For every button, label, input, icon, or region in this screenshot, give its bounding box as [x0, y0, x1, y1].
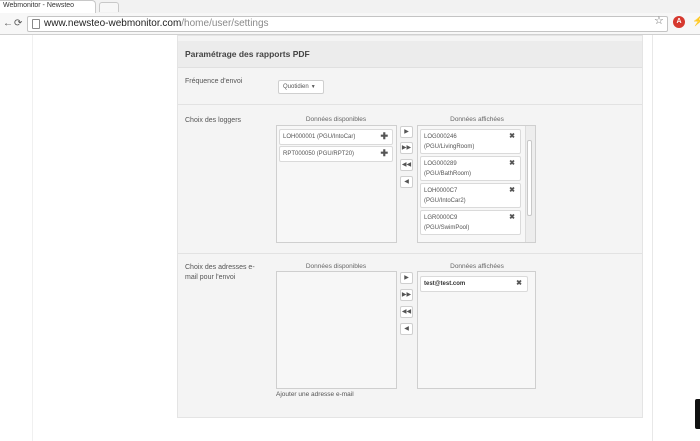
- scrollbar[interactable]: [525, 126, 535, 242]
- logger-place: (PGU/IntoCar2): [424, 198, 466, 204]
- email-address: test@test.com: [424, 281, 466, 287]
- puzzle-icon[interactable]: ⚡: [692, 16, 700, 28]
- tab-bar: Webmonitor - Newsteo: [0, 0, 700, 13]
- url-path: /home/user/settings: [181, 18, 269, 29]
- logger-place: (PGU/SwimPool): [424, 225, 470, 231]
- move-left-button[interactable]: ◀: [400, 176, 413, 188]
- move-right-button[interactable]: ▶: [400, 272, 413, 284]
- emails-available-header: Données disponibles: [305, 263, 367, 270]
- loggers-displayed-header: Données affichées: [450, 116, 504, 123]
- address-bar: ← ⟳ www.newsteo-webmonitor.com/home/user…: [0, 13, 700, 35]
- list-item[interactable]: LOH0000C7 (PGU/IntoCar2) ✖: [420, 183, 521, 208]
- loggers-displayed-list[interactable]: LOG000246 (PGU/LivingRoom) ✖ LOG000289 (…: [417, 125, 536, 243]
- list-item[interactable]: test@test.com ✖: [420, 276, 528, 292]
- logger-id: LOG000289: [424, 161, 457, 167]
- remove-icon[interactable]: ✖: [509, 213, 515, 223]
- pdf-report-settings-panel: Paramétrage des rapports PDF Fréquence d…: [177, 35, 643, 418]
- list-item[interactable]: LOH000001 (PGU/IntoCar) ✚: [279, 129, 393, 145]
- extension-icon[interactable]: A: [673, 16, 685, 28]
- move-all-right-button[interactable]: ▶▶: [400, 289, 413, 301]
- logger-id: LOG000246: [424, 134, 457, 140]
- remove-icon[interactable]: ✖: [509, 132, 515, 142]
- scroll-widget[interactable]: [695, 399, 700, 429]
- page-content: Paramétrage des rapports PDF Fréquence d…: [0, 35, 700, 441]
- reload-icon[interactable]: ⟳: [14, 18, 22, 29]
- page-icon: [32, 19, 40, 29]
- logger-place: (PGU/BathRoom): [424, 171, 472, 177]
- plus-icon[interactable]: ✚: [380, 148, 388, 158]
- remove-icon[interactable]: ✖: [509, 159, 515, 169]
- emails-displayed-list[interactable]: test@test.com ✖: [417, 271, 536, 389]
- logger-place: (PGU/LivingRoom): [424, 144, 475, 150]
- url-field[interactable]: www.newsteo-webmonitor.com/home/user/set…: [27, 16, 668, 32]
- caret-down-icon: ▼: [310, 84, 316, 90]
- move-all-left-button[interactable]: ◀◀: [400, 306, 413, 318]
- frequency-selected-value: Quotidien: [283, 84, 309, 90]
- new-tab-button[interactable]: [99, 2, 119, 12]
- move-left-button[interactable]: ◀: [400, 323, 413, 335]
- move-all-right-button[interactable]: ▶▶: [400, 142, 413, 154]
- loggers-available-list[interactable]: LOH000001 (PGU/IntoCar) ✚ RPT000050 (PGU…: [276, 125, 397, 243]
- list-item[interactable]: LOG000289 (PGU/BathRoom) ✖: [420, 156, 521, 181]
- list-item-label: RPT000050 (PGU/RPT20): [283, 151, 355, 157]
- star-icon[interactable]: ☆: [654, 16, 664, 27]
- logger-id: LOH0000C7: [424, 188, 458, 194]
- loggers-label: Choix des loggers: [185, 117, 242, 124]
- list-item[interactable]: RPT000050 (PGU/RPT20) ✚: [279, 146, 393, 162]
- browser-tab[interactable]: Webmonitor - Newsteo: [0, 0, 96, 13]
- list-item-label: LOH000001 (PGU/IntoCar): [283, 134, 356, 140]
- emails-label: Choix des adresses e-mail pour l'envoi: [185, 264, 255, 281]
- remove-icon[interactable]: ✖: [509, 186, 515, 196]
- tab-title: Webmonitor - Newsteo: [3, 2, 75, 9]
- emails-available-list[interactable]: [276, 271, 397, 389]
- list-item[interactable]: LGR0000C9 (PGU/SwimPool) ✖: [420, 210, 521, 235]
- url-host: www.newsteo-webmonitor.com: [44, 18, 182, 29]
- list-item[interactable]: LOG000246 (PGU/LivingRoom) ✖: [420, 129, 521, 154]
- back-arrow-icon[interactable]: ←: [3, 18, 13, 29]
- frequency-select[interactable]: Quotidien ▼: [278, 80, 324, 94]
- remove-icon[interactable]: ✖: [516, 279, 522, 289]
- loggers-available-header: Données disponibles: [305, 116, 367, 123]
- move-right-button[interactable]: ▶: [400, 126, 413, 138]
- scrollbar-thumb[interactable]: [527, 140, 532, 216]
- move-all-left-button[interactable]: ◀◀: [400, 159, 413, 171]
- frequency-label: Fréquence d'envoi: [185, 78, 243, 85]
- plus-icon[interactable]: ✚: [380, 131, 388, 141]
- panel-title: Paramétrage des rapports PDF: [185, 49, 310, 59]
- panel-header: Paramétrage des rapports PDF: [178, 41, 642, 68]
- logger-id: LGR0000C9: [424, 215, 458, 221]
- emails-displayed-header: Données affichées: [450, 263, 504, 270]
- add-email-link[interactable]: Ajouter une adresse e-mail: [276, 391, 354, 398]
